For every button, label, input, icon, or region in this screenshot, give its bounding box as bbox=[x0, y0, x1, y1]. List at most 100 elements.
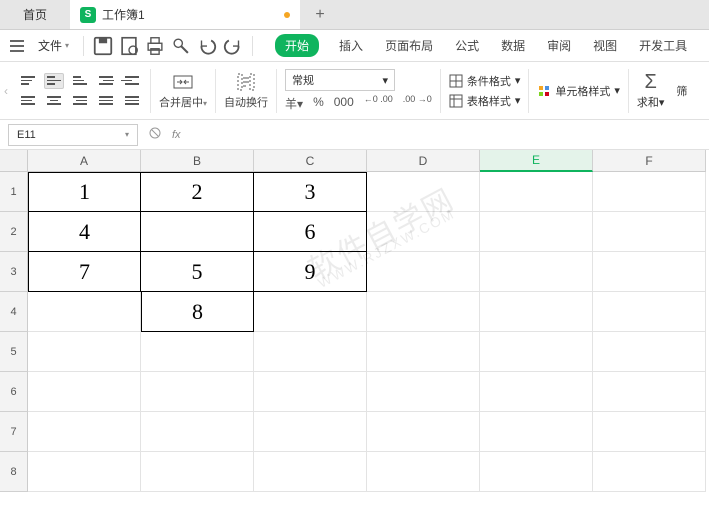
number-format-select[interactable]: 常规 ▾ bbox=[285, 69, 395, 91]
col-header-c[interactable]: C bbox=[254, 150, 367, 172]
cell-e3[interactable] bbox=[480, 252, 593, 292]
cell-a5[interactable] bbox=[28, 332, 141, 372]
cell-d5[interactable] bbox=[367, 332, 480, 372]
cell-c7[interactable] bbox=[254, 412, 367, 452]
menu-tab-data[interactable]: 数据 bbox=[499, 33, 527, 58]
col-header-f[interactable]: F bbox=[593, 150, 706, 172]
cell-c6[interactable] bbox=[254, 372, 367, 412]
menu-tab-insert[interactable]: 插入 bbox=[337, 33, 365, 58]
merge-center-button[interactable]: 合并居中▾ bbox=[151, 68, 215, 114]
cell-b3[interactable]: 5 bbox=[141, 252, 254, 292]
print-preview-icon[interactable] bbox=[118, 35, 140, 57]
cell-d1[interactable] bbox=[367, 172, 480, 212]
filter-button[interactable]: 筛 bbox=[672, 79, 691, 103]
comma-button[interactable]: 000 bbox=[334, 95, 354, 112]
distribute-icon[interactable] bbox=[122, 93, 142, 109]
menu-tab-view[interactable]: 视图 bbox=[591, 33, 619, 58]
cell-b2[interactable] bbox=[141, 212, 254, 252]
wrap-text-button[interactable]: 自动换行 bbox=[216, 68, 276, 114]
menu-tab-formula[interactable]: 公式 bbox=[453, 33, 481, 58]
cell-d7[interactable] bbox=[367, 412, 480, 452]
increase-indent-icon[interactable] bbox=[122, 73, 142, 89]
row-header-8[interactable]: 8 bbox=[0, 452, 28, 492]
cell-b1[interactable]: 2 bbox=[141, 172, 254, 212]
cell-f7[interactable] bbox=[593, 412, 706, 452]
cell-f6[interactable] bbox=[593, 372, 706, 412]
cell-f8[interactable] bbox=[593, 452, 706, 492]
cell-c4[interactable] bbox=[254, 292, 367, 332]
row-header-6[interactable]: 6 bbox=[0, 372, 28, 412]
cell-f5[interactable] bbox=[593, 332, 706, 372]
row-header-5[interactable]: 5 bbox=[0, 332, 28, 372]
autosum-button[interactable]: Σ 求和▾ bbox=[629, 67, 673, 114]
cell-e7[interactable] bbox=[480, 412, 593, 452]
cell-a6[interactable] bbox=[28, 372, 141, 412]
col-header-a[interactable]: A bbox=[28, 150, 141, 172]
cell-e6[interactable] bbox=[480, 372, 593, 412]
new-tab-button[interactable]: + bbox=[300, 0, 340, 29]
col-header-e[interactable]: E bbox=[480, 150, 593, 172]
align-center-icon[interactable] bbox=[44, 93, 64, 109]
align-right-icon[interactable] bbox=[70, 93, 90, 109]
table-style-button[interactable]: 表格样式▾ bbox=[449, 93, 521, 109]
justify-icon[interactable] bbox=[96, 93, 116, 109]
row-header-3[interactable]: 3 bbox=[0, 252, 28, 292]
col-header-d[interactable]: D bbox=[367, 150, 480, 172]
cell-b5[interactable] bbox=[141, 332, 254, 372]
cell-d4[interactable] bbox=[367, 292, 480, 332]
save-icon[interactable] bbox=[92, 35, 114, 57]
print-icon[interactable] bbox=[144, 35, 166, 57]
align-left-icon[interactable] bbox=[18, 93, 38, 109]
cell-f4[interactable] bbox=[593, 292, 706, 332]
cell-b6[interactable] bbox=[141, 372, 254, 412]
cell-d6[interactable] bbox=[367, 372, 480, 412]
cell-a7[interactable] bbox=[28, 412, 141, 452]
row-header-2[interactable]: 2 bbox=[0, 212, 28, 252]
row-header-4[interactable]: 4 bbox=[0, 292, 28, 332]
cell-e5[interactable] bbox=[480, 332, 593, 372]
cell-e4[interactable] bbox=[480, 292, 593, 332]
percent-button[interactable]: % bbox=[313, 95, 324, 112]
align-middle-icon[interactable] bbox=[44, 73, 64, 89]
cell-e1[interactable] bbox=[480, 172, 593, 212]
increase-decimal-button[interactable]: .00 →0 bbox=[403, 95, 432, 112]
cell-d3[interactable] bbox=[367, 252, 480, 292]
format-painter-icon[interactable] bbox=[170, 35, 192, 57]
cell-c5[interactable] bbox=[254, 332, 367, 372]
row-header-1[interactable]: 1 bbox=[0, 172, 28, 212]
row-header-7[interactable]: 7 bbox=[0, 412, 28, 452]
cell-a8[interactable] bbox=[28, 452, 141, 492]
cell-c3[interactable]: 9 bbox=[254, 252, 367, 292]
col-header-b[interactable]: B bbox=[141, 150, 254, 172]
cell-e2[interactable] bbox=[480, 212, 593, 252]
cell-a3[interactable]: 7 bbox=[28, 252, 141, 292]
cancel-icon[interactable] bbox=[148, 126, 162, 143]
cell-b8[interactable] bbox=[141, 452, 254, 492]
cell-b4[interactable]: 8 bbox=[141, 292, 254, 332]
tab-workbook[interactable]: S 工作簿1 bbox=[70, 0, 300, 29]
menu-tab-start[interactable]: 开始 bbox=[275, 34, 319, 57]
cell-e8[interactable] bbox=[480, 452, 593, 492]
menu-tab-layout[interactable]: 页面布局 bbox=[383, 33, 435, 58]
cell-f3[interactable] bbox=[593, 252, 706, 292]
align-bottom-icon[interactable] bbox=[70, 73, 90, 89]
cell-d8[interactable] bbox=[367, 452, 480, 492]
file-menu[interactable]: 文件 ▾ bbox=[32, 33, 75, 58]
menu-tab-developer[interactable]: 开发工具 bbox=[637, 33, 689, 58]
redo-icon[interactable] bbox=[222, 35, 244, 57]
cell-a1[interactable]: 1 bbox=[28, 172, 141, 212]
cell-a2[interactable]: 4 bbox=[28, 212, 141, 252]
hamburger-icon[interactable] bbox=[6, 36, 28, 56]
cell-d2[interactable] bbox=[367, 212, 480, 252]
cell-f2[interactable] bbox=[593, 212, 706, 252]
formula-input[interactable] bbox=[191, 124, 701, 146]
cell-style-button[interactable]: 单元格样式▾ bbox=[529, 79, 628, 103]
currency-button[interactable]: 羊▾ bbox=[285, 95, 303, 112]
decrease-decimal-button[interactable]: ←0 .00 bbox=[364, 95, 393, 112]
cell-a4[interactable] bbox=[28, 292, 141, 332]
fx-icon[interactable]: fx bbox=[172, 129, 181, 141]
align-top-icon[interactable] bbox=[18, 73, 38, 89]
decrease-indent-icon[interactable] bbox=[96, 73, 116, 89]
menu-tab-review[interactable]: 审阅 bbox=[545, 33, 573, 58]
conditional-format-button[interactable]: 条件格式▾ bbox=[449, 73, 521, 89]
